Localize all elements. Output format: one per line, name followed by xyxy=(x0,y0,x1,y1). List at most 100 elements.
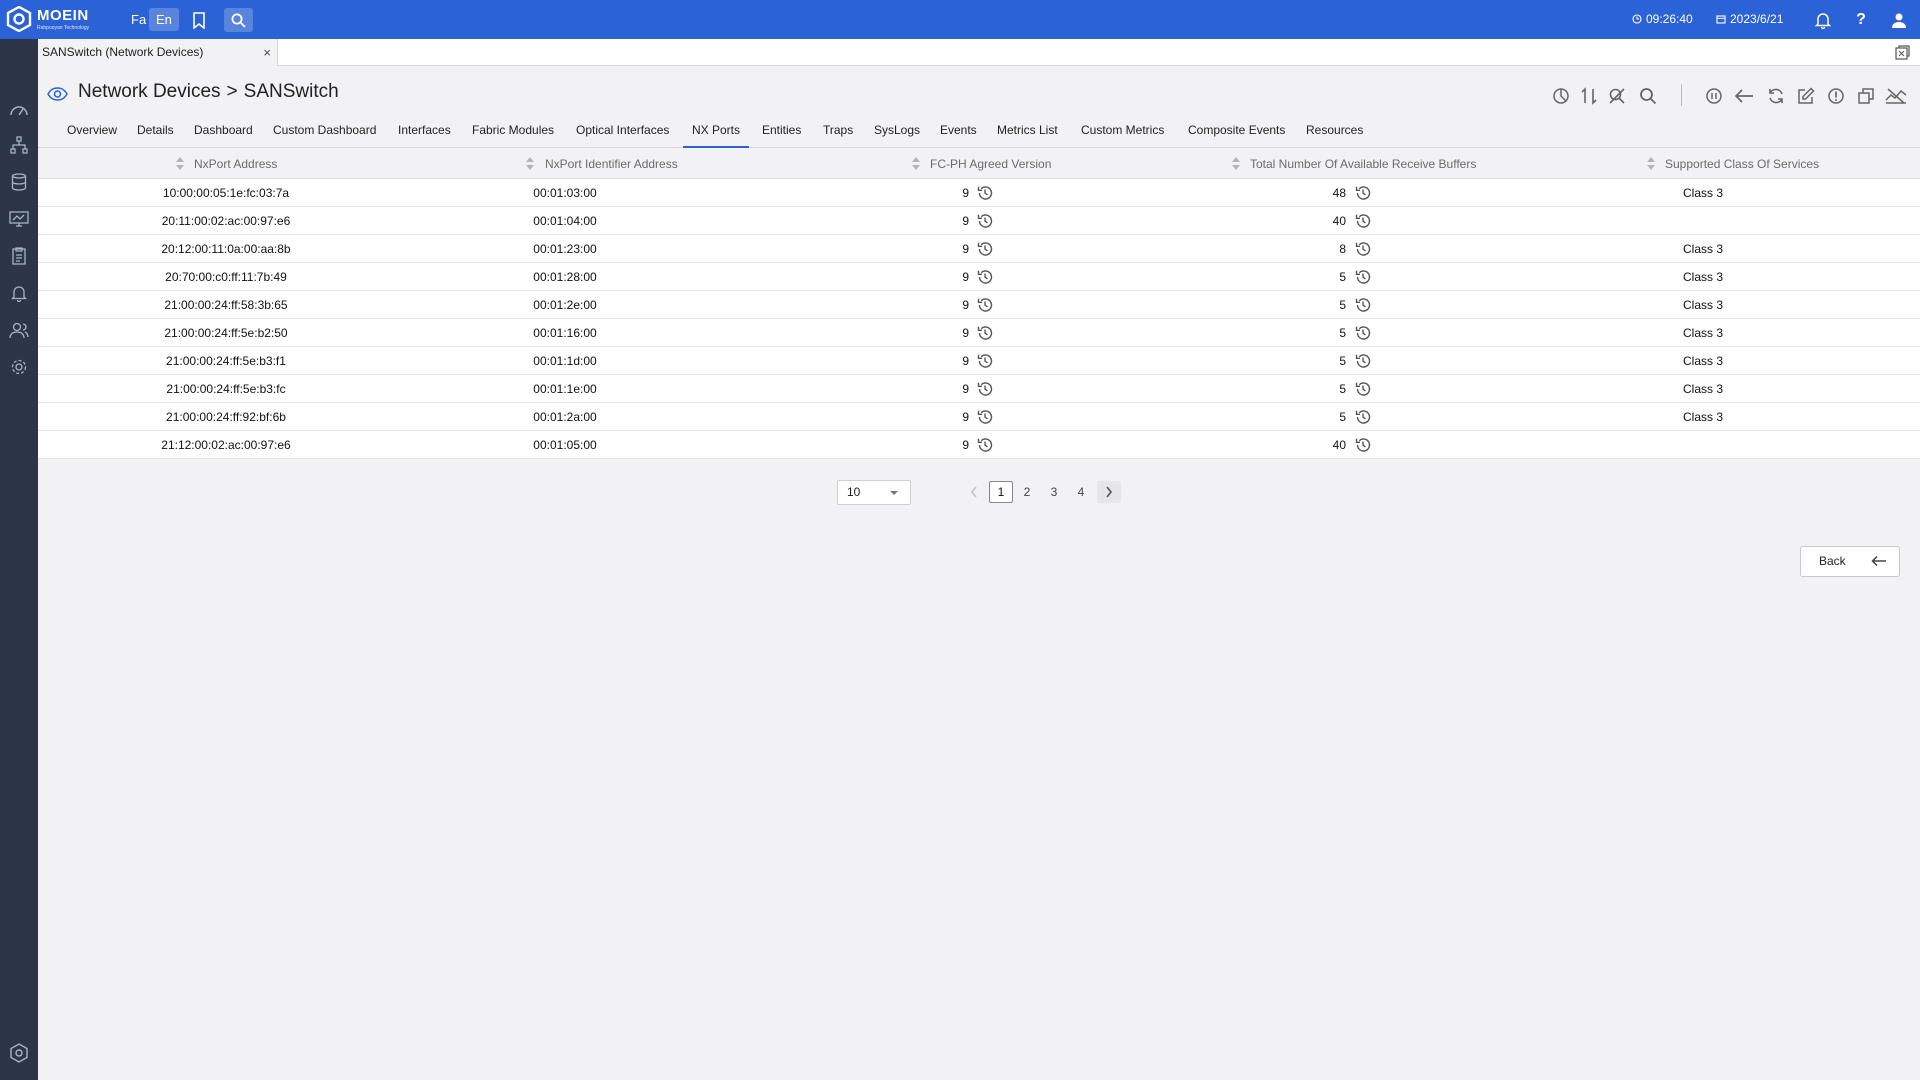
column-header-nxport-identifier-address[interactable]: NxPort Identifier Address xyxy=(545,157,678,171)
document-tab[interactable]: SANSwitch (Network Devices) × xyxy=(38,39,278,66)
tab-optical-interfaces[interactable]: Optical Interfaces xyxy=(576,117,669,148)
tab-traps[interactable]: Traps xyxy=(823,117,853,148)
history-icon[interactable] xyxy=(1354,380,1372,398)
tab-overview[interactable]: Overview xyxy=(67,117,117,148)
column-header-supported-class-of-services[interactable]: Supported Class Of Services xyxy=(1665,157,1819,171)
history-icon[interactable] xyxy=(976,184,994,202)
history-icon[interactable] xyxy=(1354,352,1372,370)
table-row[interactable]: 21:12:00:02:ac:00:97:e6 00:01:05:00 9 40 xyxy=(38,431,1920,459)
table-row[interactable]: 21:00:00:24:ff:92:bf:6b 00:01:2a:00 9 5 Clas… xyxy=(38,403,1920,431)
history-icon[interactable] xyxy=(1354,408,1372,426)
sidebar-item-dashboard[interactable] xyxy=(7,97,31,121)
sidebar-item-alarms[interactable] xyxy=(7,281,31,305)
history-icon[interactable] xyxy=(1354,296,1372,314)
next-page-button[interactable] xyxy=(1097,481,1121,503)
table-row[interactable]: 20:11:00:02:ac:00:97:e6 00:01:04:00 9 40 xyxy=(38,207,1920,235)
history-icon[interactable] xyxy=(976,240,994,258)
tab-custom-metrics[interactable]: Custom Metrics xyxy=(1081,117,1164,148)
sort-icon[interactable] xyxy=(1647,157,1655,171)
sort-icon[interactable] xyxy=(1232,157,1240,171)
tab-metrics-list[interactable]: Metrics List xyxy=(997,117,1058,148)
history-icon[interactable] xyxy=(1354,324,1372,342)
tab-custom-dashboard[interactable]: Custom Dashboard xyxy=(273,117,376,148)
sidebar-item-users[interactable] xyxy=(7,318,31,342)
history-icon[interactable] xyxy=(976,436,994,454)
table-row[interactable]: 21:00:00:24:ff:5e:b3:fc 00:01:1e:00 9 5 Clas… xyxy=(38,375,1920,403)
tab-resources[interactable]: Resources xyxy=(1306,117,1363,148)
sort-button[interactable] xyxy=(1578,85,1600,107)
copy-button[interactable] xyxy=(1855,85,1877,107)
clear-search-button[interactable] xyxy=(1606,85,1628,107)
history-icon[interactable] xyxy=(976,380,994,398)
back-button[interactable]: Back xyxy=(1800,546,1900,577)
edit-button[interactable] xyxy=(1795,85,1817,107)
sidebar-item-reports[interactable] xyxy=(7,244,31,268)
table-row[interactable]: 20:70:00:c0:ff:11:7b:49 00:01:28:00 9 5 Clas… xyxy=(38,263,1920,291)
history-icon[interactable] xyxy=(976,352,994,370)
back-arrow-icon xyxy=(1734,89,1753,103)
cell-nxport-identifier-address: 00:01:23:00 xyxy=(533,242,597,256)
sort-icon[interactable] xyxy=(526,157,534,171)
tab-events[interactable]: Events xyxy=(940,117,977,148)
help-button[interactable]: ? xyxy=(1848,8,1874,32)
history-icon[interactable] xyxy=(976,268,994,286)
column-header-fc-ph-agreed-version[interactable]: FC-PH Agreed Version xyxy=(930,157,1051,171)
user-menu-button[interactable] xyxy=(1886,8,1912,32)
tab-dashboard[interactable]: Dashboard xyxy=(194,117,253,148)
sort-icon[interactable] xyxy=(176,157,184,171)
table-row[interactable]: 21:00:00:24:ff:58:3b:65 00:01:2e:00 9 5 Clas… xyxy=(38,291,1920,319)
tab-interfaces[interactable]: Interfaces xyxy=(398,117,451,148)
cell-receive-buffers: 40 xyxy=(1332,214,1346,228)
table-row[interactable]: 21:00:00:24:ff:5e:b3:f1 00:01:1d:00 9 5 Clas… xyxy=(38,347,1920,375)
tab-nx-ports[interactable]: NX Ports xyxy=(683,117,750,148)
close-icon[interactable]: × xyxy=(263,39,271,66)
tab-fabric-modules[interactable]: Fabric Modules xyxy=(472,117,554,148)
history-icon[interactable] xyxy=(976,212,994,230)
history-icon[interactable] xyxy=(1354,268,1372,286)
history-icon[interactable] xyxy=(976,296,994,314)
cell-nxport-address: 21:00:00:24:ff:92:bf:6b xyxy=(166,410,286,424)
chart-off-button[interactable] xyxy=(1885,85,1907,107)
page-button-2[interactable]: 2 xyxy=(1015,481,1039,503)
table-row[interactable]: 10:00:00:05:1e:fc:03:7a 00:01:03:00 9 48 Cla… xyxy=(38,179,1920,207)
sidebar-item-topology[interactable] xyxy=(7,133,31,157)
tab-details[interactable]: Details xyxy=(137,117,174,148)
restore-window-button[interactable] xyxy=(1895,45,1910,65)
breadcrumb-parent[interactable]: Network Devices xyxy=(78,81,221,102)
history-icon[interactable] xyxy=(976,324,994,342)
global-search-button[interactable] xyxy=(224,8,253,32)
alert-button[interactable] xyxy=(1825,85,1847,107)
search-button[interactable] xyxy=(1637,85,1659,107)
page-button-4[interactable]: 4 xyxy=(1069,481,1093,503)
refresh-button[interactable] xyxy=(1765,85,1787,107)
page-button-1[interactable]: 1 xyxy=(989,481,1013,503)
history-icon[interactable] xyxy=(1354,436,1372,454)
column-header-nxport-address[interactable]: NxPort Address xyxy=(194,157,277,171)
tab-entities[interactable]: Entities xyxy=(762,117,801,148)
logo[interactable]: MOEIN Rahpooyan Technology xyxy=(6,6,89,32)
tab-syslogs[interactable]: SysLogs xyxy=(874,117,920,148)
page-button-3[interactable]: 3 xyxy=(1042,481,1066,503)
go-back-button[interactable] xyxy=(1733,85,1755,107)
column-header-receive-buffers[interactable]: Total Number Of Available Receive Buffer… xyxy=(1250,157,1476,171)
table-row[interactable]: 20:12:00:11:0a:00:aa:8b 00:01:23:00 9 8 Clas… xyxy=(38,235,1920,263)
view-mode-toggle[interactable] xyxy=(47,87,68,106)
sort-icon[interactable] xyxy=(912,157,920,171)
history-icon[interactable] xyxy=(1354,240,1372,258)
history-icon[interactable] xyxy=(1354,184,1372,202)
sidebar-item-database[interactable] xyxy=(7,170,31,194)
bookmark-button[interactable] xyxy=(186,8,212,32)
history-icon[interactable] xyxy=(1354,212,1372,230)
notifications-button[interactable] xyxy=(1810,8,1836,32)
page-size-select[interactable]: 10 xyxy=(837,480,911,505)
sidebar-item-settings[interactable] xyxy=(7,355,31,379)
sidebar-item-monitor[interactable] xyxy=(7,207,31,231)
prev-page-button[interactable] xyxy=(962,481,986,503)
sidebar-brand[interactable] xyxy=(7,1041,31,1065)
table-row[interactable]: 21:00:00:24:ff:5e:b2:50 00:01:16:00 9 5 Clas… xyxy=(38,319,1920,347)
lang-en-button[interactable]: En xyxy=(149,8,179,31)
history-icon[interactable] xyxy=(976,408,994,426)
tab-composite-events[interactable]: Composite Events xyxy=(1188,117,1285,148)
chart-button[interactable] xyxy=(1550,85,1572,107)
pause-button[interactable] xyxy=(1703,85,1725,107)
